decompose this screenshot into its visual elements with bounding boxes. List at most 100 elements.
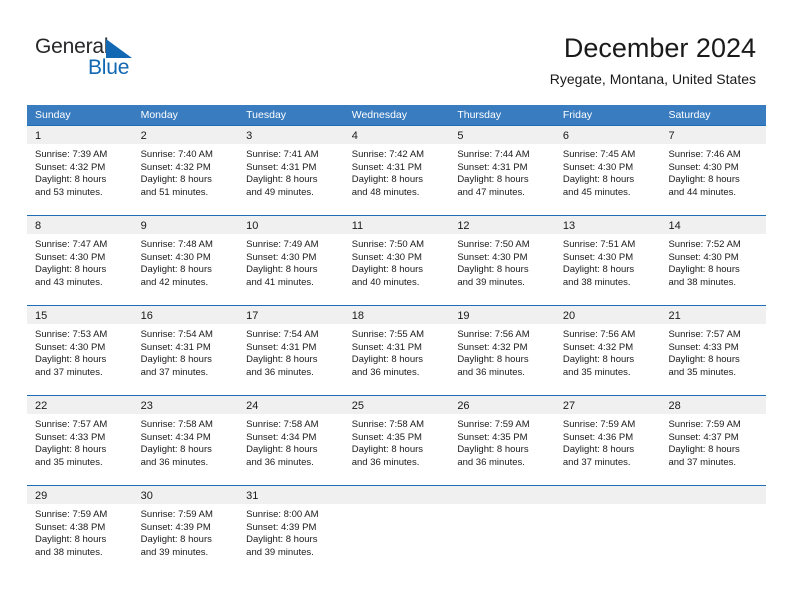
sunset-text: Sunset: 4:31 PM bbox=[246, 161, 317, 173]
day-cell[interactable]: 5 Sunrise: 7:44 AM Sunset: 4:31 PM Dayli… bbox=[449, 125, 555, 215]
day-details: Sunrise: 7:50 AM Sunset: 4:30 PM Dayligh… bbox=[344, 234, 450, 289]
sunset-text: Sunset: 4:32 PM bbox=[140, 161, 211, 173]
day-cell[interactable]: 9 Sunrise: 7:48 AM Sunset: 4:30 PM Dayli… bbox=[132, 215, 239, 305]
day-cell[interactable]: 25 Sunrise: 7:58 AM Sunset: 4:35 PM Dayl… bbox=[343, 395, 450, 485]
weekday-header-row: Sunday Monday Tuesday Wednesday Thursday… bbox=[27, 105, 766, 125]
daylight-text-line1: Daylight: 8 hours bbox=[668, 174, 740, 186]
day-cell[interactable]: 4 Sunrise: 7:42 AM Sunset: 4:31 PM Dayli… bbox=[343, 125, 450, 215]
day-details: Sunrise: 7:47 AM Sunset: 4:30 PM Dayligh… bbox=[27, 234, 133, 289]
day-cell[interactable]: 26 Sunrise: 7:59 AM Sunset: 4:35 PM Dayl… bbox=[449, 395, 555, 485]
day-number-band: 22 bbox=[27, 396, 133, 414]
weekday-header-sunday: Sunday bbox=[35, 109, 71, 121]
day-cell[interactable]: 15 Sunrise: 7:53 AM Sunset: 4:30 PM Dayl… bbox=[27, 305, 133, 395]
day-number: 18 bbox=[351, 310, 364, 322]
daylight-text-line1: Daylight: 8 hours bbox=[35, 444, 107, 456]
day-cell[interactable]: 13 Sunrise: 7:51 AM Sunset: 4:30 PM Dayl… bbox=[554, 215, 661, 305]
day-cell[interactable]: 17 Sunrise: 7:54 AM Sunset: 4:31 PM Dayl… bbox=[238, 305, 344, 395]
sunrise-text: Sunrise: 7:59 AM bbox=[35, 509, 108, 520]
day-cell[interactable]: 27 Sunrise: 7:59 AM Sunset: 4:36 PM Dayl… bbox=[554, 395, 661, 485]
day-cell[interactable]: 18 Sunrise: 7:55 AM Sunset: 4:31 PM Dayl… bbox=[343, 305, 450, 395]
day-cell[interactable]: 12 Sunrise: 7:50 AM Sunset: 4:30 PM Dayl… bbox=[449, 215, 555, 305]
day-details: Sunrise: 7:56 AM Sunset: 4:32 PM Dayligh… bbox=[449, 324, 555, 379]
sunset-text: Sunset: 4:38 PM bbox=[35, 521, 106, 533]
day-cell[interactable]: 7 Sunrise: 7:46 AM Sunset: 4:30 PM Dayli… bbox=[660, 125, 767, 215]
daylight-text-line1: Daylight: 8 hours bbox=[246, 534, 318, 546]
sunset-text: Sunset: 4:39 PM bbox=[140, 521, 211, 533]
day-cell[interactable]: 1 Sunrise: 7:39 AM Sunset: 4:32 PM Dayli… bbox=[27, 125, 133, 215]
day-cell[interactable]: 8 Sunrise: 7:47 AM Sunset: 4:30 PM Dayli… bbox=[27, 215, 133, 305]
sunset-text: Sunset: 4:39 PM bbox=[246, 521, 317, 533]
weekday-header-tuesday: Tuesday bbox=[246, 109, 287, 121]
daylight-text-line1: Daylight: 8 hours bbox=[562, 264, 635, 276]
day-details: Sunrise: 7:49 AM Sunset: 4:30 PM Dayligh… bbox=[238, 234, 344, 289]
daylight-text-line2: and 44 minutes. bbox=[668, 186, 737, 198]
day-details: Sunrise: 7:59 AM Sunset: 4:39 PM Dayligh… bbox=[133, 504, 239, 559]
day-cell[interactable]: 14 Sunrise: 7:52 AM Sunset: 4:30 PM Dayl… bbox=[660, 215, 767, 305]
sunset-text: Sunset: 4:31 PM bbox=[246, 341, 317, 353]
day-number: 12 bbox=[457, 220, 470, 232]
day-number: 31 bbox=[246, 490, 259, 502]
day-cell[interactable]: 11 Sunrise: 7:50 AM Sunset: 4:30 PM Dayl… bbox=[343, 215, 450, 305]
day-cell[interactable]: 22 Sunrise: 7:57 AM Sunset: 4:33 PM Dayl… bbox=[27, 395, 133, 485]
day-cell[interactable]: 16 Sunrise: 7:54 AM Sunset: 4:31 PM Dayl… bbox=[132, 305, 239, 395]
sunset-text: Sunset: 4:32 PM bbox=[457, 341, 528, 353]
sunset-text: Sunset: 4:30 PM bbox=[140, 251, 211, 263]
day-number: 15 bbox=[35, 310, 48, 322]
daylight-text-line2: and 38 minutes. bbox=[668, 276, 737, 288]
day-cell[interactable]: 6 Sunrise: 7:45 AM Sunset: 4:30 PM Dayli… bbox=[554, 125, 661, 215]
day-cell[interactable]: 31 Sunrise: 8:00 AM Sunset: 4:39 PM Dayl… bbox=[238, 485, 344, 575]
day-cell[interactable]: 10 Sunrise: 7:49 AM Sunset: 4:30 PM Dayl… bbox=[238, 215, 344, 305]
day-number-band: 2 bbox=[132, 126, 239, 144]
brand-logo[interactable]: General Blue bbox=[35, 36, 215, 86]
day-cell[interactable]: 19 Sunrise: 7:56 AM Sunset: 4:32 PM Dayl… bbox=[449, 305, 555, 395]
day-cell[interactable]: 23 Sunrise: 7:58 AM Sunset: 4:34 PM Dayl… bbox=[132, 395, 239, 485]
daylight-text-line2: and 47 minutes. bbox=[457, 186, 525, 198]
sunrise-text: Sunrise: 7:57 AM bbox=[35, 419, 108, 430]
day-number: 7 bbox=[668, 130, 675, 142]
day-cell[interactable]: 29 Sunrise: 7:59 AM Sunset: 4:38 PM Dayl… bbox=[27, 485, 133, 575]
daylight-text-line1: Daylight: 8 hours bbox=[140, 264, 212, 276]
day-cell[interactable]: 2 Sunrise: 7:40 AM Sunset: 4:32 PM Dayli… bbox=[132, 125, 239, 215]
day-number-band: 13 bbox=[554, 216, 661, 234]
day-cell[interactable]: 3 Sunrise: 7:41 AM Sunset: 4:31 PM Dayli… bbox=[238, 125, 344, 215]
day-number: 3 bbox=[246, 130, 253, 142]
day-number: 20 bbox=[562, 310, 576, 322]
day-cell[interactable]: 30 Sunrise: 7:59 AM Sunset: 4:39 PM Dayl… bbox=[132, 485, 239, 575]
day-number: 10 bbox=[246, 220, 259, 232]
day-number-band: 4 bbox=[343, 126, 450, 144]
day-number-band: 27 bbox=[554, 396, 661, 414]
day-cell[interactable]: 28 Sunrise: 7:59 AM Sunset: 4:37 PM Dayl… bbox=[660, 395, 767, 485]
day-number-band: 3 bbox=[238, 126, 344, 144]
sunrise-text: Sunrise: 7:54 AM bbox=[140, 329, 213, 340]
day-number: 8 bbox=[35, 220, 42, 232]
week-row: 8 Sunrise: 7:47 AM Sunset: 4:30 PM Dayli… bbox=[27, 215, 767, 305]
day-details: Sunrise: 7:54 AM Sunset: 4:31 PM Dayligh… bbox=[133, 324, 239, 379]
sunrise-text: Sunrise: 7:59 AM bbox=[562, 419, 636, 430]
sunset-text: Sunset: 4:37 PM bbox=[668, 431, 739, 443]
daylight-text-line1: Daylight: 8 hours bbox=[457, 264, 529, 276]
weekday-header-friday: Friday bbox=[562, 109, 593, 121]
day-number-band: 17 bbox=[238, 306, 344, 324]
sunset-text: Sunset: 4:35 PM bbox=[351, 431, 422, 443]
day-number-band: 15 bbox=[27, 306, 133, 324]
daylight-text-line2: and 36 minutes. bbox=[246, 366, 314, 378]
day-cell[interactable]: 20 Sunrise: 7:56 AM Sunset: 4:32 PM Dayl… bbox=[554, 305, 661, 395]
sunset-text: Sunset: 4:30 PM bbox=[668, 251, 739, 263]
day-number-band: 25 bbox=[343, 396, 450, 414]
day-cell-empty bbox=[660, 485, 767, 575]
sunrise-text: Sunrise: 7:55 AM bbox=[351, 329, 425, 340]
day-cell[interactable]: 24 Sunrise: 7:58 AM Sunset: 4:34 PM Dayl… bbox=[238, 395, 344, 485]
sunrise-text: Sunrise: 8:00 AM bbox=[246, 509, 319, 520]
daylight-text-line1: Daylight: 8 hours bbox=[246, 174, 318, 186]
day-number: 9 bbox=[140, 220, 147, 232]
sunset-text: Sunset: 4:31 PM bbox=[351, 341, 422, 353]
title-block: December 2024 Ryegate, Montana, United S… bbox=[550, 32, 756, 88]
day-number-band: 9 bbox=[132, 216, 239, 234]
day-cell[interactable]: 21 Sunrise: 7:57 AM Sunset: 4:33 PM Dayl… bbox=[660, 305, 767, 395]
sunset-text: Sunset: 4:36 PM bbox=[562, 431, 634, 443]
day-number-band: 31 bbox=[238, 486, 344, 504]
day-number-band: 30 bbox=[132, 486, 239, 504]
daylight-text-line2: and 42 minutes. bbox=[140, 276, 209, 288]
daylight-text-line1: Daylight: 8 hours bbox=[246, 444, 318, 456]
day-details: Sunrise: 7:58 AM Sunset: 4:34 PM Dayligh… bbox=[238, 414, 344, 469]
